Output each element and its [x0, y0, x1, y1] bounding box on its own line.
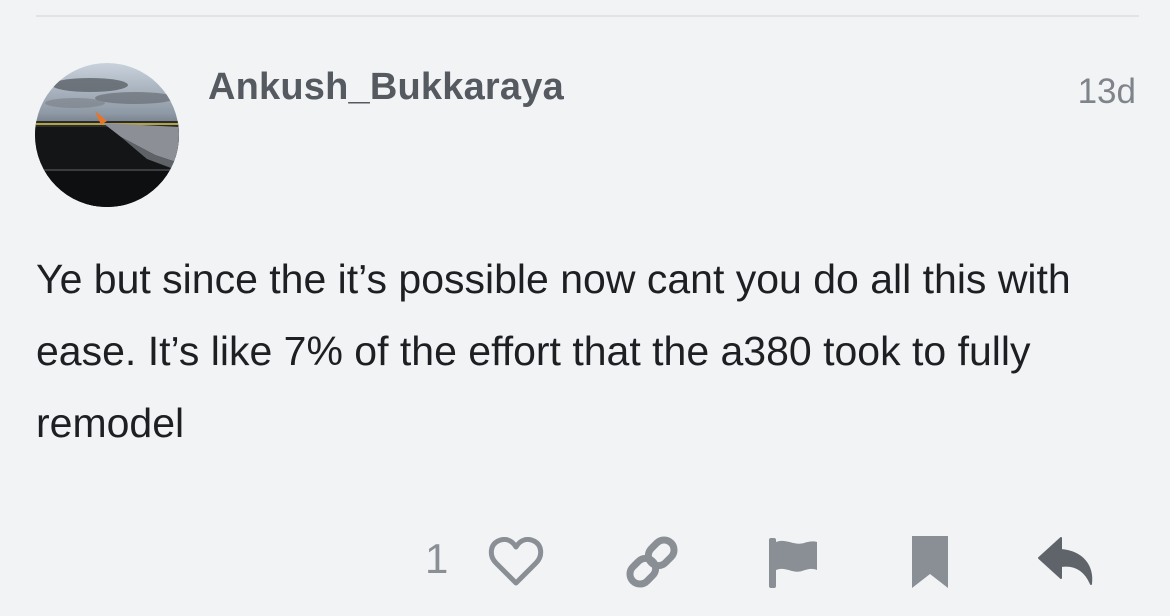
flag-button[interactable]: [762, 532, 822, 592]
link-icon: [626, 536, 678, 588]
bookmark-icon: [912, 536, 948, 588]
like-button[interactable]: [486, 532, 546, 592]
post-date[interactable]: 13d: [1078, 72, 1136, 112]
bookmark-button[interactable]: [900, 532, 960, 592]
post-divider: [36, 15, 1139, 17]
heart-icon: [488, 537, 544, 586]
username[interactable]: Ankush_Bukkaraya: [208, 66, 564, 109]
post: Ankush_Bukkaraya 13d Ye but since the it…: [0, 0, 1170, 616]
avatar-photo: [35, 63, 179, 207]
avatar[interactable]: [35, 63, 179, 207]
post-body: Ye but since the it’s possible now cant …: [36, 256, 1071, 446]
like-count[interactable]: 1: [425, 535, 448, 583]
post-actions: 1: [0, 532, 1170, 592]
copy-link-button[interactable]: [622, 532, 682, 592]
reply-button[interactable]: [1036, 532, 1098, 592]
reply-icon: [1038, 537, 1093, 585]
flag-icon: [769, 538, 817, 588]
